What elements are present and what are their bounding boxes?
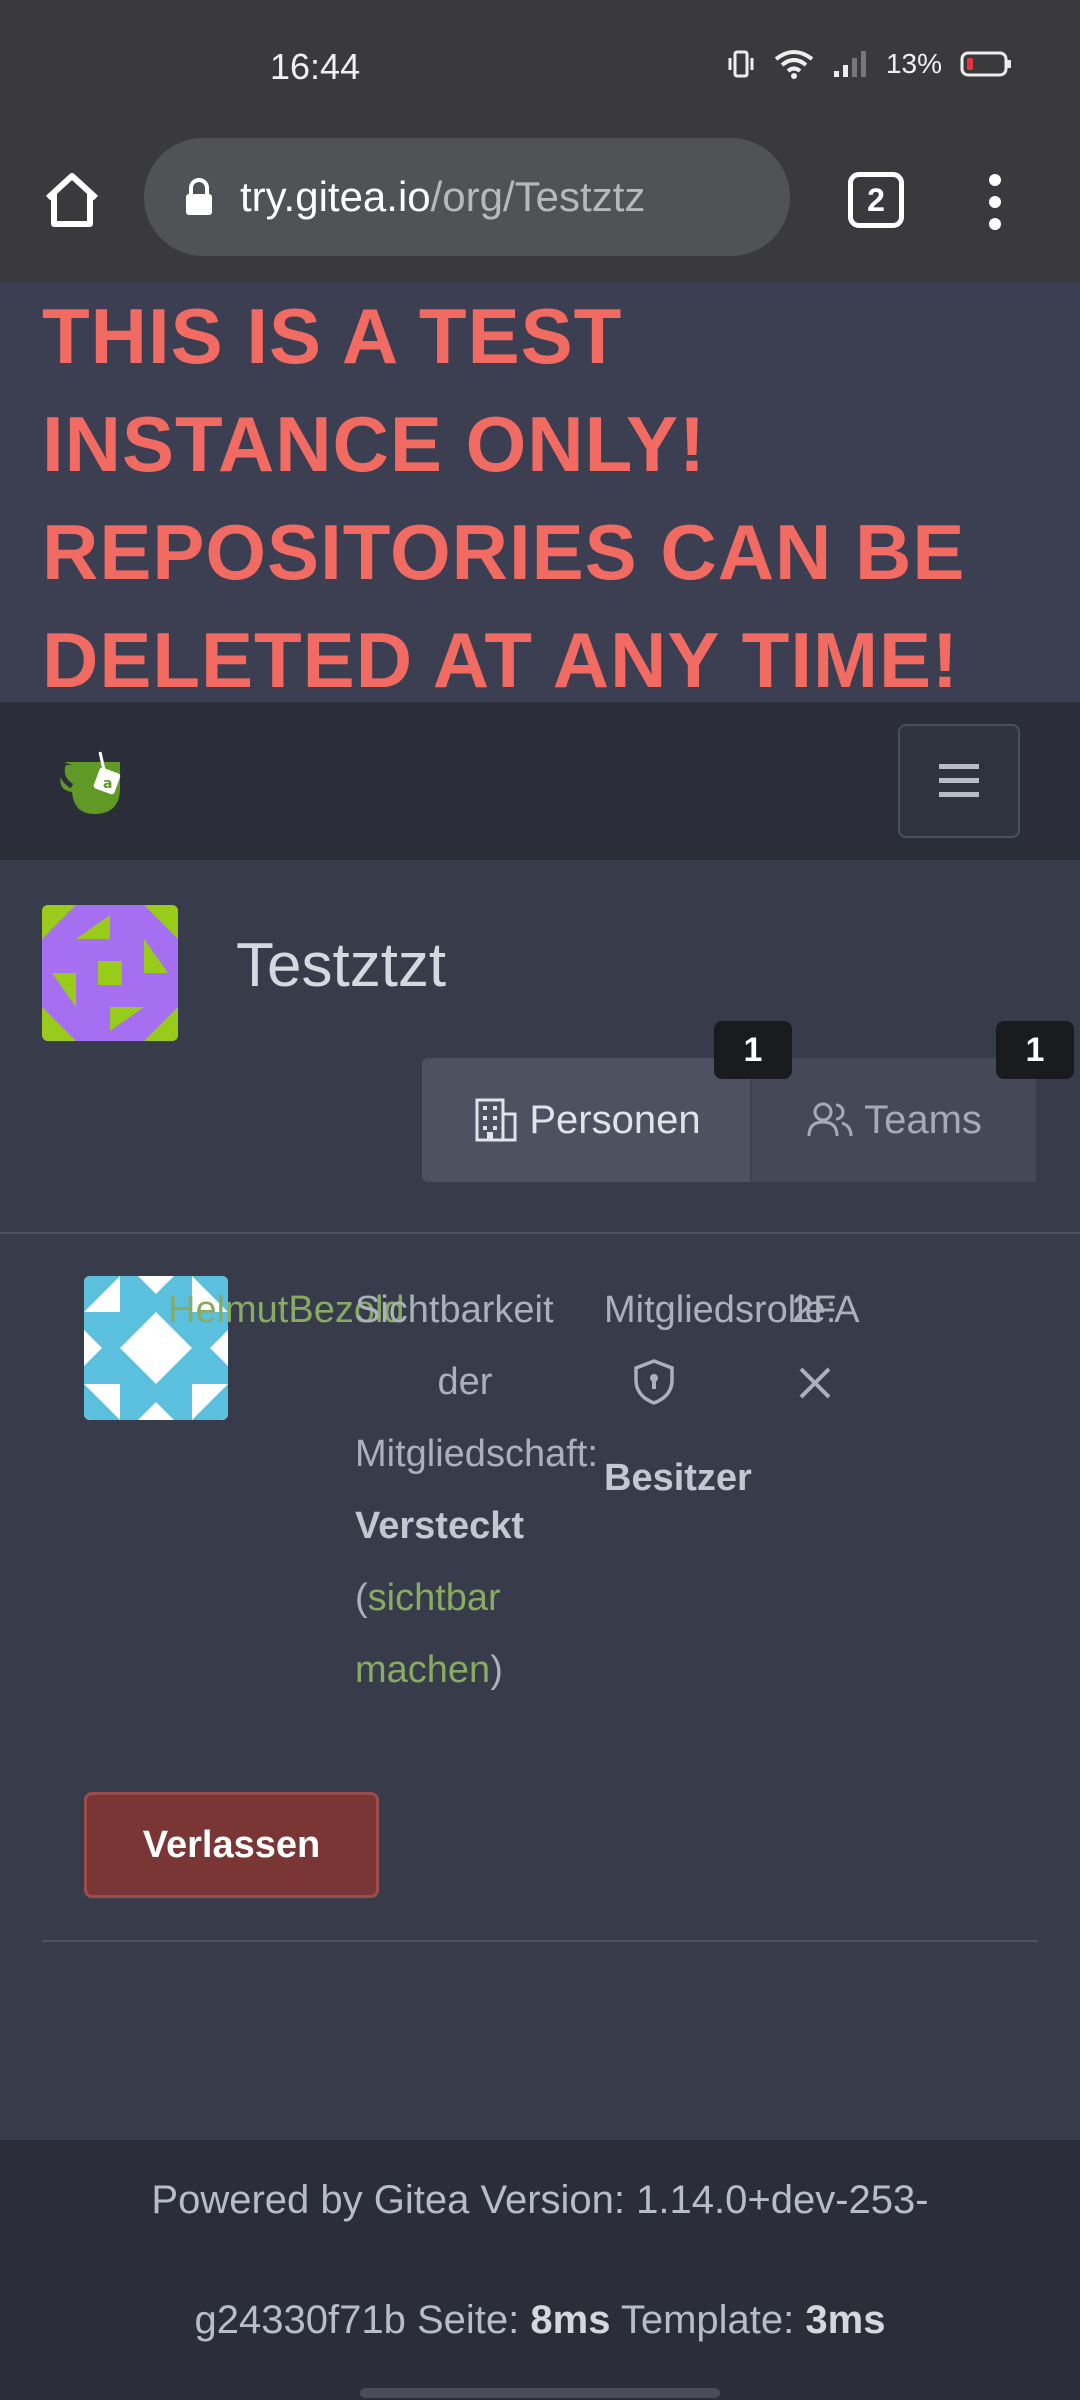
page-time: 8ms: [530, 2298, 611, 2342]
signal-icon: [833, 51, 866, 77]
lock-icon: [186, 178, 212, 215]
hamburger-menu-button[interactable]: [898, 724, 1020, 838]
visibility-header-2: der: [437, 1361, 493, 1403]
people-icon: [807, 1102, 853, 1137]
url-host: try.gitea.io: [240, 173, 431, 220]
twofa-header: 2FA: [792, 1289, 860, 1331]
url-path: /org/Testztz: [430, 173, 646, 220]
divider: [42, 1940, 1038, 1942]
vibrate-icon: [728, 50, 754, 78]
org-name: Testztzt: [236, 931, 447, 1000]
teams-count-badge: 1: [996, 1021, 1074, 1079]
make-visible-link-2[interactable]: machen: [355, 1649, 490, 1691]
url-text: try.gitea.io/org/Testztz: [240, 173, 720, 221]
make-visible-link[interactable]: sichtbar: [368, 1577, 501, 1619]
divider: [0, 1232, 1080, 1234]
status-time: 16:44: [270, 46, 361, 87]
org-avatar: [42, 905, 178, 1041]
template-label: Template:: [610, 2298, 806, 2342]
footer-commit: g24330f71b Seite:: [194, 2298, 531, 2342]
tab-teams[interactable]: Teams: [752, 1058, 1036, 1182]
paren-open: (: [355, 1577, 368, 1619]
template-time: 3ms: [805, 2298, 886, 2342]
battery-percent: 13%: [885, 48, 942, 79]
membership-visibility: Sichtbarkeit der Mitgliedschaft: Verstec…: [355, 1274, 598, 1706]
tab-teams-label: Teams: [864, 1097, 982, 1142]
home-icon[interactable]: [40, 168, 104, 232]
visibility-header-1: Sichtbarkeit: [355, 1289, 554, 1331]
test-instance-banner: THIS IS A TEST INSTANCE ONLY! REPOSITORI…: [0, 282, 1080, 704]
people-count-badge: 1: [714, 1021, 792, 1079]
leave-button[interactable]: Verlassen: [84, 1792, 379, 1898]
visibility-value: Versteckt: [355, 1505, 525, 1547]
role-value: Besitzer: [604, 1457, 752, 1499]
battery-icon: [960, 51, 1011, 77]
browser-menu-icon[interactable]: [980, 170, 1010, 234]
paren-close: ): [490, 1649, 503, 1691]
gesture-bar: [360, 2388, 720, 2398]
footer-version: Powered by Gitea Version: 1.14.0+dev-253…: [151, 2178, 929, 2222]
tab-people-label: Personen: [529, 1097, 701, 1142]
footer: Powered by Gitea Version: 1.14.0+dev-253…: [0, 2140, 1080, 2400]
banner-text: THIS IS A TEST INSTANCE ONLY! REPOSITORI…: [42, 292, 966, 704]
gitea-logo-icon[interactable]: a: [60, 748, 148, 818]
hamburger-icon: [939, 764, 979, 797]
url-bar[interactable]: try.gitea.io/org/Testztz: [144, 138, 790, 256]
footer-timing: g24330f71b Seite: 8ms Template: 3ms: [0, 2298, 1080, 2343]
building-icon: [475, 1098, 517, 1142]
close-icon: [799, 1367, 831, 1399]
tab-switcher-button[interactable]: 2: [848, 172, 904, 228]
twofa-status: 2FA: [792, 1274, 860, 1346]
tab-people[interactable]: Personen: [422, 1058, 752, 1182]
browser-toolbar: try.gitea.io/org/Testztz 2: [0, 138, 1080, 282]
top-nav: a: [0, 702, 1080, 860]
shield-lock-icon: [634, 1359, 674, 1405]
visibility-header-3: Mitgliedschaft:: [355, 1433, 598, 1475]
status-icons: 13%: [726, 48, 1012, 80]
wifi-icon: [774, 50, 814, 79]
status-bar: 16:44 13%: [0, 0, 1080, 138]
svg-text:a: a: [103, 776, 112, 792]
